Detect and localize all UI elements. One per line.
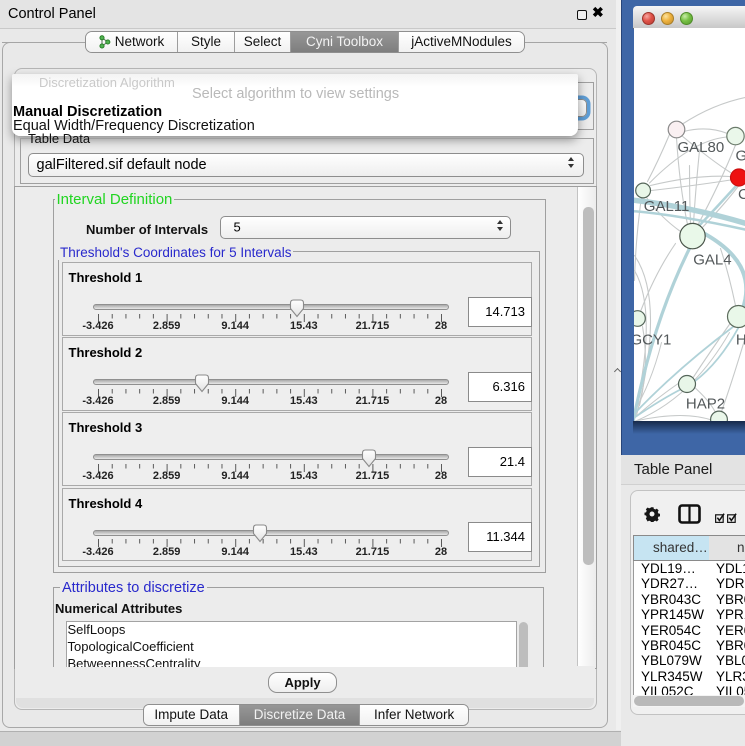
svg-text:H: H (736, 331, 745, 348)
svg-text:C: C (738, 186, 745, 203)
svg-text:GAL11: GAL11 (644, 198, 690, 215)
svg-text:GCY1: GCY1 (634, 331, 671, 348)
svg-text:GAL4: GAL4 (693, 251, 731, 268)
svg-text:GAL80: GAL80 (678, 139, 725, 156)
svg-text:HAP2: HAP2 (686, 395, 725, 412)
svg-text:G.: G. (736, 147, 745, 164)
